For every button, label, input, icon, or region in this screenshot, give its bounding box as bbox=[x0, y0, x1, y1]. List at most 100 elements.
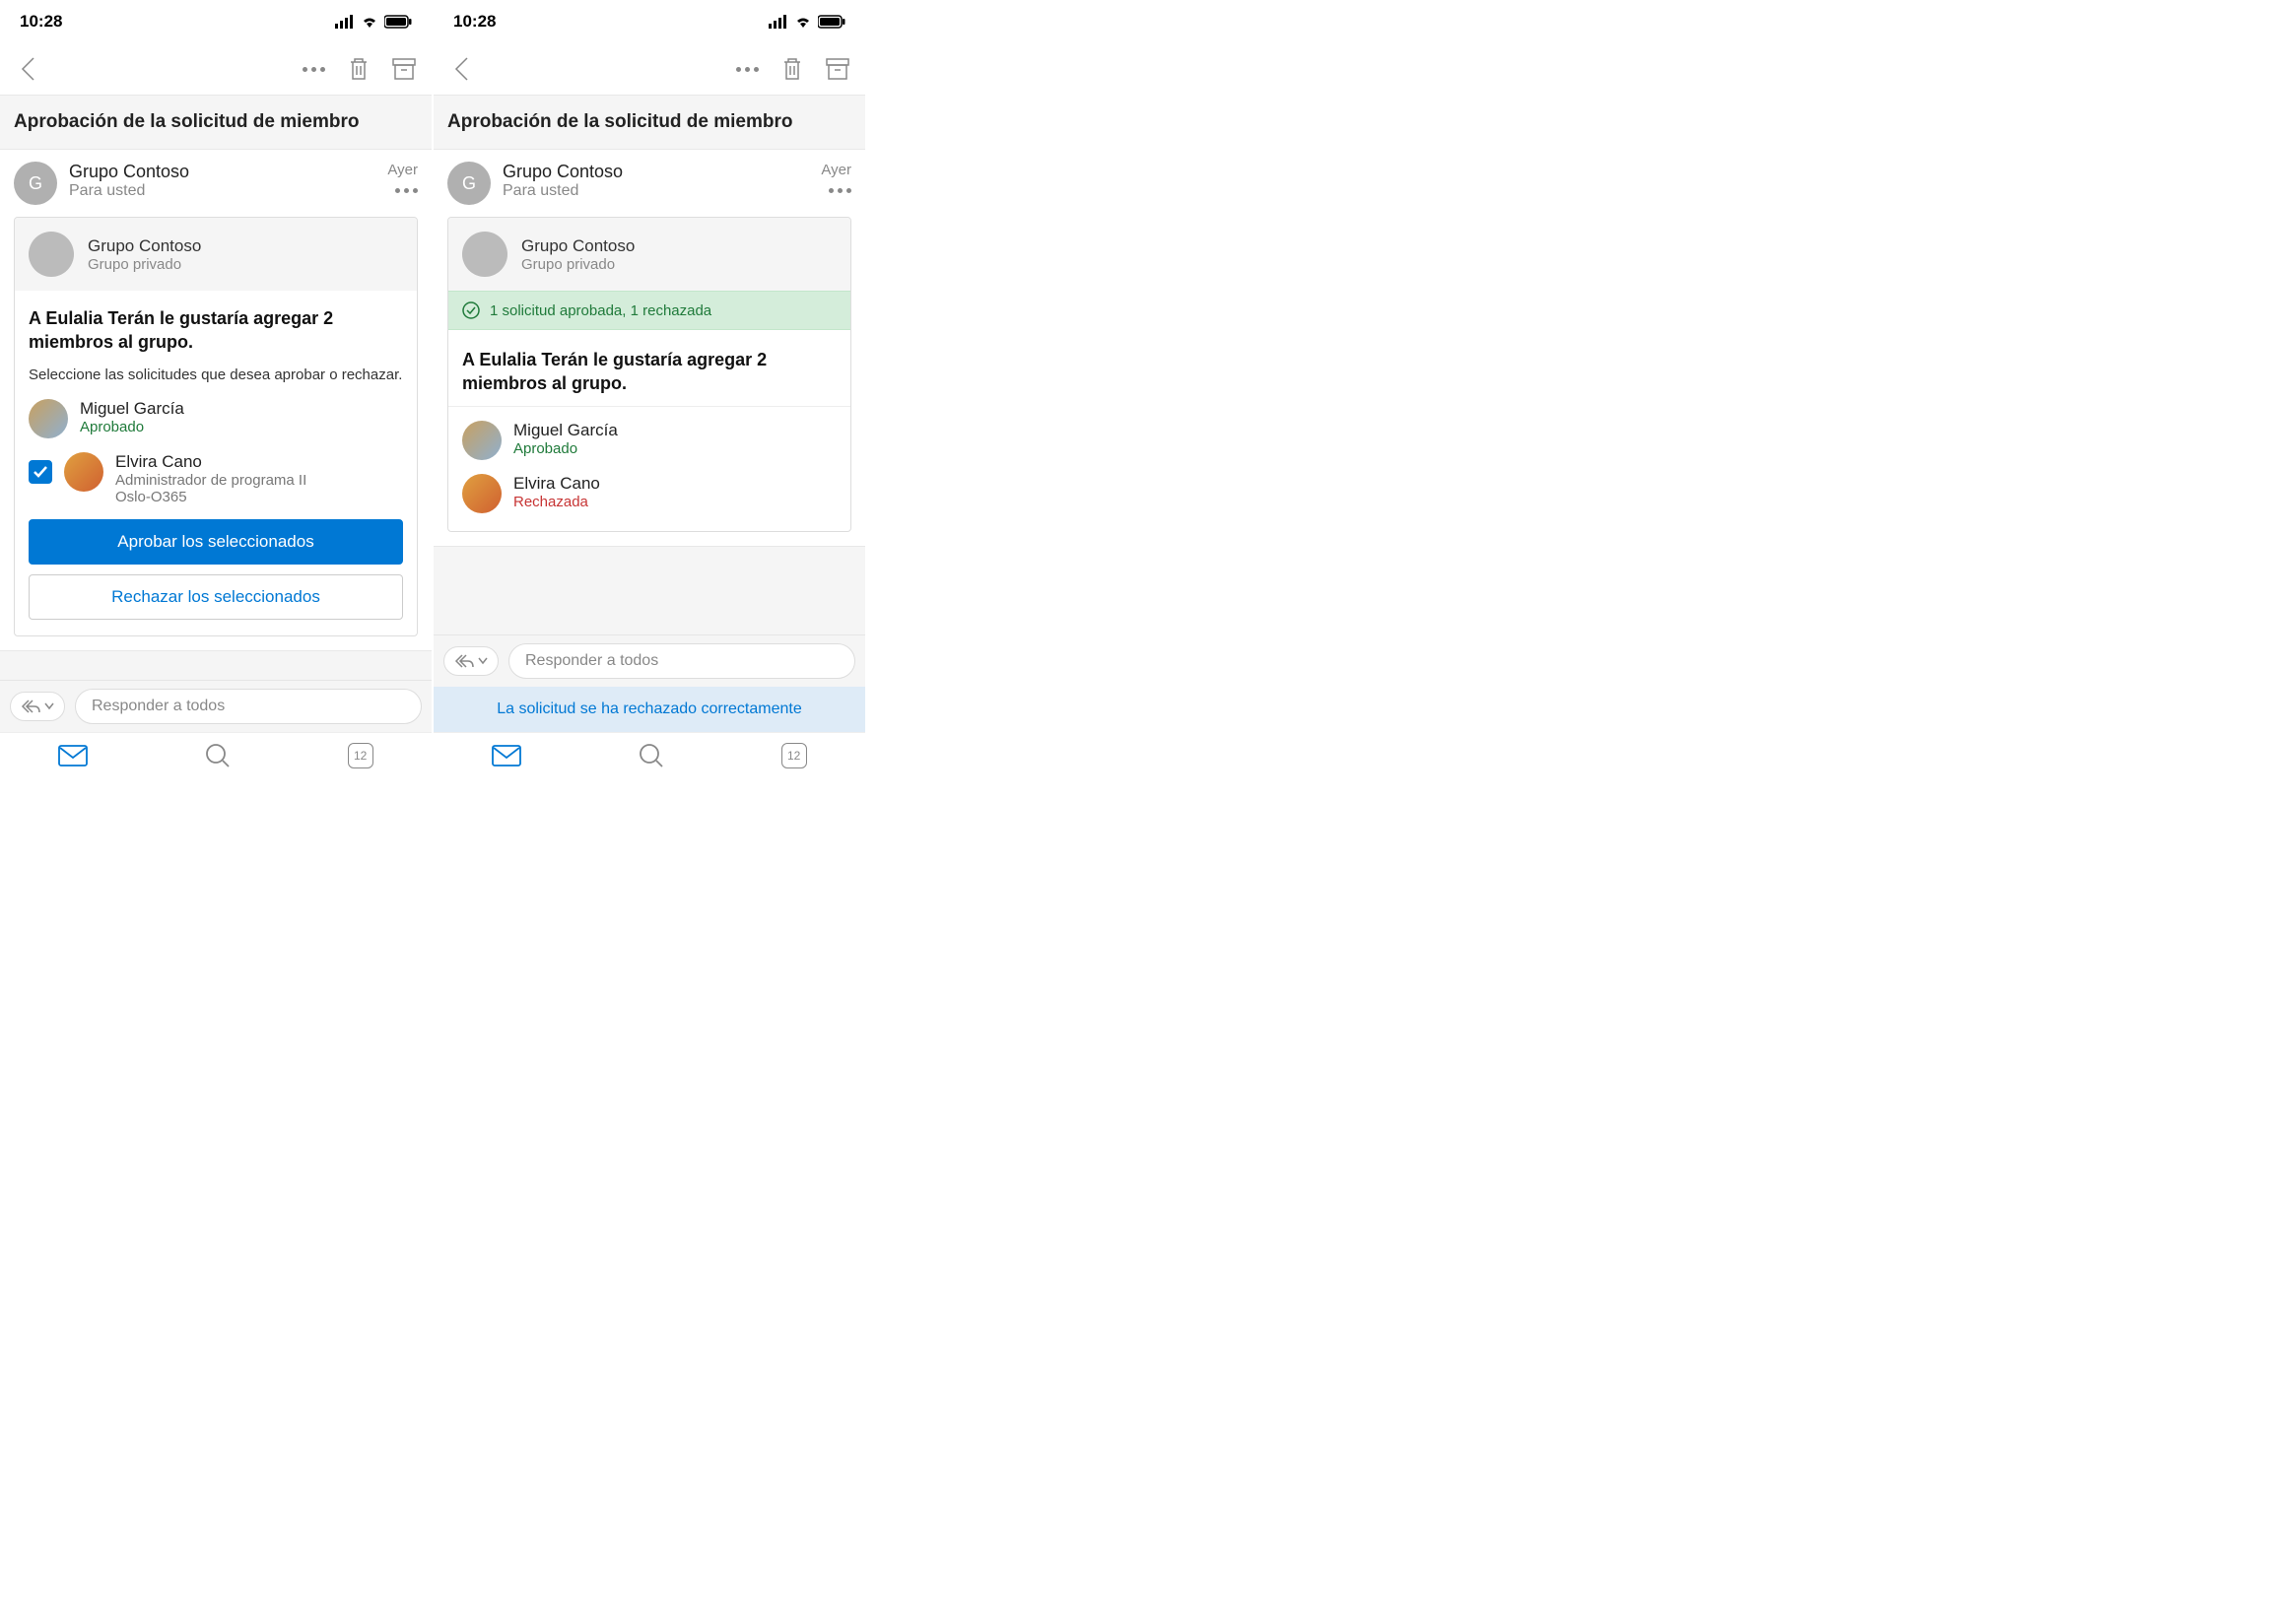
status-time: 10:28 bbox=[20, 12, 62, 32]
back-button[interactable] bbox=[14, 55, 41, 83]
sender-name: Grupo Contoso bbox=[69, 162, 375, 182]
member-name: Miguel García bbox=[80, 399, 403, 419]
member-name: Elvira Cano bbox=[115, 452, 403, 472]
member-status-rejected: Rechazada bbox=[513, 494, 837, 510]
member-row-rejected: Elvira Cano Rechazada bbox=[462, 474, 837, 513]
battery-icon bbox=[818, 15, 845, 29]
success-banner: 1 solicitud aprobada, 1 rechazada bbox=[448, 291, 850, 330]
approval-card: Grupo Contoso Grupo privado A Eulalia Te… bbox=[14, 217, 418, 636]
group-name: Grupo Contoso bbox=[88, 236, 201, 256]
member-row-pending[interactable]: Elvira Cano Administrador de programa II… bbox=[29, 452, 403, 505]
sender-timestamp: Ayer bbox=[821, 162, 851, 178]
member-location: Oslo-O365 bbox=[115, 489, 403, 505]
reply-bar: Responder a todos bbox=[0, 680, 432, 732]
search-icon bbox=[639, 743, 664, 768]
group-avatar bbox=[462, 232, 507, 277]
group-type: Grupo privado bbox=[88, 256, 201, 273]
sender-avatar: G bbox=[14, 162, 57, 205]
archive-button[interactable] bbox=[390, 55, 418, 83]
signal-icon bbox=[335, 15, 355, 29]
reply-all-icon bbox=[21, 699, 40, 714]
message-more-button[interactable] bbox=[387, 188, 418, 193]
nav-bar bbox=[0, 43, 432, 95]
back-button[interactable] bbox=[447, 55, 475, 83]
status-icons bbox=[335, 15, 412, 29]
email-subject: Aprobación de la solicitud de miembro bbox=[434, 95, 865, 150]
more-options-button[interactable] bbox=[733, 55, 761, 83]
instruction-text: Seleccione las solicitudes que desea apr… bbox=[29, 367, 403, 383]
body-filler bbox=[434, 546, 865, 634]
request-heading: A Eulalia Terán le gustaría agregar 2 mi… bbox=[29, 306, 403, 355]
sender-to: Para usted bbox=[69, 182, 375, 200]
member-row-approved: Miguel García Aprobado bbox=[462, 421, 837, 460]
group-name: Grupo Contoso bbox=[521, 236, 635, 256]
search-tab[interactable] bbox=[205, 743, 231, 768]
sender-to: Para usted bbox=[503, 182, 809, 200]
search-icon bbox=[205, 743, 231, 768]
group-avatar bbox=[29, 232, 74, 277]
check-icon bbox=[33, 465, 48, 479]
mail-icon bbox=[492, 745, 521, 767]
reject-selected-button[interactable]: Rechazar los seleccionados bbox=[29, 574, 403, 620]
request-heading: A Eulalia Terán le gustaría agregar 2 mi… bbox=[462, 348, 837, 396]
member-checkbox[interactable] bbox=[29, 460, 52, 484]
approve-selected-button[interactable]: Aprobar los seleccionados bbox=[29, 519, 403, 565]
mail-icon bbox=[58, 745, 88, 767]
group-type: Grupo privado bbox=[521, 256, 635, 273]
member-role: Administrador de programa II bbox=[115, 472, 403, 489]
more-options-button[interactable] bbox=[300, 55, 327, 83]
calendar-tab[interactable]: 12 bbox=[348, 743, 373, 768]
reply-input[interactable]: Responder a todos bbox=[75, 689, 422, 724]
member-avatar bbox=[462, 421, 502, 460]
reply-all-icon bbox=[454, 653, 474, 669]
status-bar: 10:28 bbox=[434, 0, 865, 43]
archive-button[interactable] bbox=[824, 55, 851, 83]
reply-mode-button[interactable] bbox=[10, 692, 65, 721]
battery-icon bbox=[384, 15, 412, 29]
approval-card-result: Grupo Contoso Grupo privado 1 solicitud … bbox=[447, 217, 851, 532]
success-check-icon bbox=[462, 301, 480, 319]
status-bar: 10:28 bbox=[0, 0, 432, 43]
reply-input[interactable]: Responder a todos bbox=[508, 643, 855, 679]
signal-icon bbox=[769, 15, 788, 29]
reply-mode-button[interactable] bbox=[443, 646, 499, 676]
delete-button[interactable] bbox=[778, 55, 806, 83]
chevron-down-icon bbox=[44, 702, 54, 710]
calendar-icon: 12 bbox=[348, 743, 373, 768]
sender-row[interactable]: G Grupo Contoso Para usted Ayer bbox=[0, 150, 432, 217]
calendar-tab[interactable]: 12 bbox=[781, 743, 807, 768]
sender-timestamp: Ayer bbox=[387, 162, 418, 178]
message-more-button[interactable] bbox=[821, 188, 851, 193]
member-status-approved: Aprobado bbox=[80, 419, 403, 435]
calendar-icon: 12 bbox=[781, 743, 807, 768]
wifi-icon bbox=[794, 15, 812, 29]
chevron-down-icon bbox=[478, 657, 488, 665]
search-tab[interactable] bbox=[639, 743, 664, 768]
tab-bar: 12 bbox=[0, 732, 432, 778]
wifi-icon bbox=[361, 15, 378, 29]
email-subject: Aprobación de la solicitud de miembro bbox=[0, 95, 432, 150]
phone-screen-a: 10:28 Aprobación de la solicitud de miem… bbox=[0, 0, 434, 778]
member-name: Elvira Cano bbox=[513, 474, 837, 494]
member-status-approved: Aprobado bbox=[513, 440, 837, 457]
card-header: Grupo Contoso Grupo privado bbox=[448, 218, 850, 291]
member-avatar bbox=[29, 399, 68, 438]
status-time: 10:28 bbox=[453, 12, 496, 32]
member-avatar bbox=[462, 474, 502, 513]
nav-bar bbox=[434, 43, 865, 95]
mail-tab[interactable] bbox=[492, 745, 521, 767]
card-header: Grupo Contoso Grupo privado bbox=[15, 218, 417, 291]
sender-avatar: G bbox=[447, 162, 491, 205]
success-banner-text: 1 solicitud aprobada, 1 rechazada bbox=[490, 302, 711, 319]
tab-bar: 12 bbox=[434, 732, 865, 778]
toast-notification: La solicitud se ha rechazado correctamen… bbox=[434, 687, 865, 732]
sender-row[interactable]: G Grupo Contoso Para usted Ayer bbox=[434, 150, 865, 217]
status-icons bbox=[769, 15, 845, 29]
mail-tab[interactable] bbox=[58, 745, 88, 767]
phone-screen-b: 10:28 Aprobación de la solicitud de miem… bbox=[434, 0, 867, 778]
body-filler bbox=[0, 650, 432, 680]
member-avatar bbox=[64, 452, 103, 492]
sender-name: Grupo Contoso bbox=[503, 162, 809, 182]
delete-button[interactable] bbox=[345, 55, 372, 83]
reply-bar: Responder a todos bbox=[434, 634, 865, 687]
